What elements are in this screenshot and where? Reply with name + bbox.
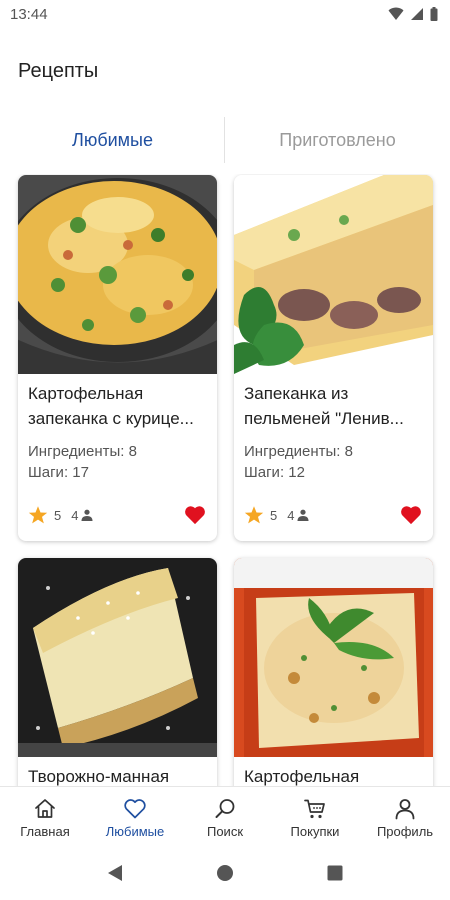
recipe-image-dumpling-casserole xyxy=(234,175,433,374)
nav-label: Покупки xyxy=(290,824,340,839)
tab-divider xyxy=(224,117,225,163)
battery-icon xyxy=(430,7,438,21)
favorite-button[interactable] xyxy=(183,504,207,526)
status-bar: 13:44 xyxy=(0,0,450,28)
status-time: 13:44 xyxy=(10,5,48,23)
page-title: Рецепты xyxy=(18,60,99,82)
recipe-card[interactable]: Картофельная xyxy=(234,558,433,786)
nav-label: Профиль xyxy=(376,824,434,839)
recipe-rating: 5 4 xyxy=(244,505,309,525)
nav-label: Любимые xyxy=(105,824,165,839)
nav-label: Главная xyxy=(20,824,70,839)
tab-bar: Любимые Приготовлено xyxy=(0,115,450,165)
person-icon xyxy=(81,509,93,521)
nav-search[interactable]: Поиск xyxy=(180,787,270,844)
recipe-rating: 5 4 xyxy=(28,505,93,525)
recipe-image-cottage-cheese-cake xyxy=(18,558,217,757)
system-navigation-bar xyxy=(0,846,450,900)
favorite-button[interactable] xyxy=(399,504,423,526)
bottom-navigation: Главная Любимые Поиск Покупки Профиль xyxy=(0,786,450,844)
recipe-card[interactable]: Запеканка из пельменей "Ленив... Ингреди… xyxy=(234,175,433,541)
recipe-steps: Шаги: 17 xyxy=(28,464,89,481)
rating-value: 5 xyxy=(54,507,62,523)
recipe-ingredients: Ингредиенты: 8 xyxy=(28,443,137,460)
cart-icon xyxy=(304,799,325,819)
people-count: 4 xyxy=(287,507,295,523)
tab-favorites[interactable]: Любимые xyxy=(0,115,225,165)
recipe-meta: Ингредиенты: 8 Шаги: 17 xyxy=(28,441,137,483)
star-icon xyxy=(244,506,264,524)
rating-value: 5 xyxy=(270,507,278,523)
profile-icon xyxy=(395,799,415,820)
back-triangle-icon xyxy=(108,865,122,881)
signal-icon xyxy=(411,8,423,20)
recipe-meta: Ингредиенты: 8 Шаги: 12 xyxy=(244,441,353,483)
heart-icon xyxy=(124,799,146,819)
person-icon xyxy=(297,509,309,521)
tab-cooked[interactable]: Приготовлено xyxy=(225,115,450,165)
recipe-grid: Картофельная запеканка с курице... Ингре… xyxy=(0,174,450,786)
heart-filled-icon xyxy=(185,506,205,525)
people-count: 4 xyxy=(71,507,79,523)
recipe-image-potato-chicken-casserole xyxy=(18,175,217,374)
heart-filled-icon xyxy=(401,506,421,525)
recipe-footer: 5 4 xyxy=(28,503,207,527)
nav-label: Поиск xyxy=(206,824,244,839)
system-back-button[interactable] xyxy=(100,858,130,888)
recipe-title: Творожно-манная xyxy=(28,767,170,786)
status-icons xyxy=(388,7,438,21)
star-icon xyxy=(28,506,48,524)
home-icon xyxy=(35,799,55,818)
recipe-footer: 5 4 xyxy=(244,503,423,527)
recipe-card[interactable]: Творожно-манная xyxy=(18,558,217,786)
recipe-image-potato-casserole xyxy=(234,558,433,757)
home-circle-icon xyxy=(217,865,233,881)
system-recents-button[interactable] xyxy=(320,858,350,888)
recipe-title: Картофельная запеканка с курице... xyxy=(28,384,194,428)
nav-shopping[interactable]: Покупки xyxy=(270,787,360,844)
recents-square-icon xyxy=(327,865,343,881)
recipe-steps: Шаги: 12 xyxy=(244,464,305,481)
recipe-ingredients: Ингредиенты: 8 xyxy=(244,443,353,460)
wifi-icon xyxy=(388,7,404,20)
nav-home[interactable]: Главная xyxy=(0,787,90,844)
search-icon xyxy=(215,799,235,818)
recipe-title: Запеканка из пельменей "Ленив... xyxy=(244,384,404,428)
system-home-button[interactable] xyxy=(210,858,240,888)
nav-favorites[interactable]: Любимые xyxy=(90,787,180,844)
recipe-title: Картофельная xyxy=(244,767,360,786)
nav-profile[interactable]: Профиль xyxy=(360,787,450,844)
recipe-card[interactable]: Картофельная запеканка с курице... Ингре… xyxy=(18,175,217,541)
